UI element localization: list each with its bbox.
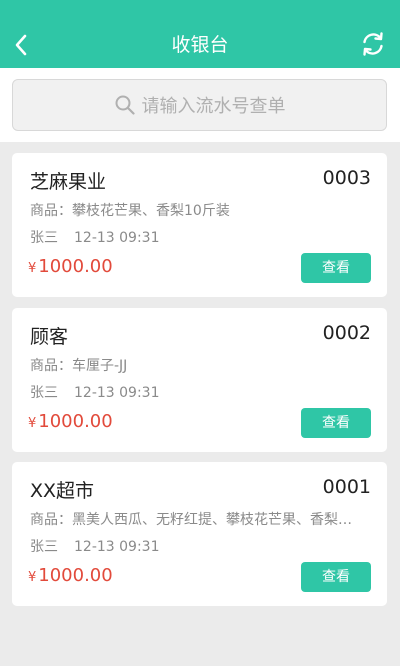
order-amount: 1000.00 bbox=[38, 256, 113, 277]
order-goods: 商品：攀枝花芒果、香梨10斤装 bbox=[30, 203, 230, 219]
view-button[interactable]: 查看 bbox=[301, 253, 371, 283]
currency-symbol: ¥ bbox=[28, 570, 37, 585]
top-bar: 收银台 bbox=[0, 0, 400, 68]
search-input[interactable]: 请输入流水号查单 bbox=[12, 79, 387, 131]
order-goods: 商品：黑美人西瓜、无籽红提、攀枝花芒果、香梨… bbox=[30, 512, 352, 528]
search-input-content: 请输入流水号查单 bbox=[13, 80, 386, 130]
order-customer-name: 顾客 bbox=[30, 326, 69, 348]
order-card[interactable]: 芝麻果业 0003 商品：攀枝花芒果、香梨10斤装 张三 12-13 09:31 … bbox=[12, 153, 387, 297]
order-meta: 张三 12-13 09:31 bbox=[30, 382, 159, 402]
order-cashier: 张三 bbox=[30, 385, 58, 401]
order-time: 12-13 09:31 bbox=[74, 539, 160, 555]
page-title: 收银台 bbox=[171, 34, 229, 56]
view-button[interactable]: 查看 bbox=[301, 408, 371, 438]
order-time: 12-13 09:31 bbox=[74, 385, 160, 401]
order-time: 12-13 09:31 bbox=[74, 230, 160, 246]
order-serial-number: 0002 bbox=[322, 322, 371, 344]
order-cashier: 张三 bbox=[30, 539, 58, 555]
refresh-icon bbox=[363, 32, 383, 56]
order-meta: 张三 12-13 09:31 bbox=[30, 227, 159, 247]
search-placeholder: 请输入流水号查单 bbox=[141, 96, 286, 117]
currency-symbol: ¥ bbox=[28, 416, 37, 431]
order-cashier: 张三 bbox=[30, 230, 58, 246]
order-price: ¥1000.00 bbox=[28, 256, 113, 277]
order-goods: 商品：车厘子-JJ bbox=[30, 358, 128, 374]
order-amount: 1000.00 bbox=[38, 411, 113, 432]
order-card[interactable]: 顾客 0002 商品：车厘子-JJ 张三 12-13 09:31 ¥1000.00… bbox=[12, 308, 387, 452]
order-serial-number: 0003 bbox=[322, 167, 371, 189]
order-card[interactable]: XX超市 0001 商品：黑美人西瓜、无籽红提、攀枝花芒果、香梨… 张三 12-1… bbox=[12, 462, 387, 606]
order-amount: 1000.00 bbox=[38, 565, 113, 586]
search-area: 请输入流水号查单 bbox=[0, 68, 400, 142]
search-icon bbox=[115, 95, 135, 115]
order-meta: 张三 12-13 09:31 bbox=[30, 536, 159, 556]
order-price: ¥1000.00 bbox=[28, 411, 113, 432]
order-customer-name: 芝麻果业 bbox=[30, 171, 107, 193]
order-customer-name: XX超市 bbox=[30, 480, 95, 502]
currency-symbol: ¥ bbox=[28, 261, 37, 276]
refresh-button[interactable] bbox=[360, 31, 386, 57]
view-button[interactable]: 查看 bbox=[301, 562, 371, 592]
order-price: ¥1000.00 bbox=[28, 565, 113, 586]
order-serial-number: 0001 bbox=[322, 476, 371, 498]
